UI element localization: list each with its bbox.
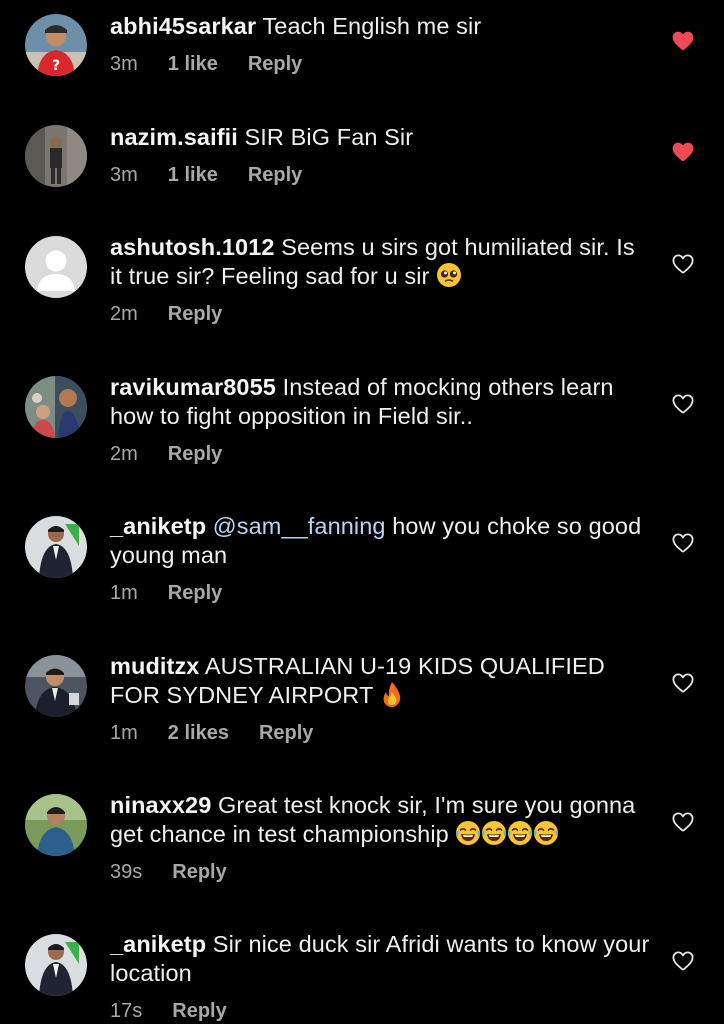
liked-heart-icon[interactable] [671, 140, 695, 164]
reply-button[interactable]: Reply [172, 861, 226, 883]
user-avatar[interactable] [25, 516, 87, 578]
comment-time: 1m [110, 722, 138, 744]
comment-meta: 1m Reply [110, 581, 252, 605]
comment-text: abhi45sarkar Teach English me sir [110, 12, 650, 41]
user-avatar[interactable] [25, 125, 87, 187]
comment-time: 3m [110, 53, 138, 75]
comment-time: 17s [110, 1000, 143, 1022]
comment-username[interactable]: ravikumar8055 [110, 374, 276, 400]
comment-text: ravikumar8055 Instead of mocking others … [110, 373, 650, 431]
comment-likes[interactable]: 1 like [168, 53, 218, 75]
user-avatar[interactable] [25, 934, 87, 996]
comment-time: 3m [110, 164, 138, 186]
reply-button[interactable]: Reply [248, 164, 302, 186]
reply-button[interactable]: Reply [259, 722, 313, 744]
comment-time: 1m [110, 582, 138, 604]
comment-meta: 39s Reply [110, 860, 257, 884]
comment-body: SIR BiG Fan Sir [244, 124, 414, 150]
user-avatar[interactable] [25, 794, 87, 856]
comment-meta: 1m 2 likes Reply [110, 721, 343, 745]
svg-text:?: ? [52, 58, 60, 74]
comment-username[interactable]: nazim.saifii [110, 124, 238, 150]
comment-meta: 3m 1 like Reply [110, 52, 332, 76]
comment-text: ninaxx29 Great test knock sir, I'm sure … [110, 791, 650, 853]
comment-meta: 3m 1 like Reply [110, 163, 332, 187]
heart-icon[interactable] [671, 810, 695, 834]
user-avatar[interactable]: ? [25, 14, 87, 76]
heart-icon[interactable] [671, 392, 695, 416]
comment-meta: 2m Reply [110, 302, 252, 326]
pleading-face-emoji [436, 262, 462, 295]
tears-of-joy-emoji [481, 820, 507, 853]
comment-username[interactable]: ninaxx29 [110, 792, 211, 818]
comment-text: muditzx AUSTRALIAN U-19 KIDS QUALIFIED F… [110, 652, 650, 714]
heart-icon[interactable] [671, 252, 695, 276]
comment-body: Teach English me sir [262, 13, 482, 39]
comment-likes[interactable]: 2 likes [168, 722, 229, 744]
reply-button[interactable]: Reply [168, 303, 222, 325]
comment-username[interactable]: _aniketp [110, 931, 206, 957]
reply-button[interactable]: Reply [248, 53, 302, 75]
tears-of-joy-emoji [507, 820, 533, 853]
user-avatar[interactable] [25, 376, 87, 438]
reply-button[interactable]: Reply [168, 443, 222, 465]
default-avatar[interactable] [25, 236, 87, 298]
reply-button[interactable]: Reply [172, 1000, 226, 1022]
comment-text: nazim.saifii SIR BiG Fan Sir [110, 123, 650, 152]
comment-username[interactable]: ashutosh.1012 [110, 234, 275, 260]
heart-icon[interactable] [671, 671, 695, 695]
comment-time: 2m [110, 303, 138, 325]
comment-username[interactable]: abhi45sarkar [110, 13, 256, 39]
heart-icon[interactable] [671, 949, 695, 973]
fire-emoji [380, 681, 404, 714]
tears-of-joy-emoji [455, 820, 481, 853]
comment-mention[interactable]: @sam__fanning [213, 513, 386, 539]
comment-time: 2m [110, 443, 138, 465]
comment-likes[interactable]: 1 like [168, 164, 218, 186]
user-avatar[interactable] [25, 655, 87, 717]
comment-text: _aniketp Sir nice duck sir Afridi wants … [110, 930, 650, 988]
comment-meta: 17s Reply [110, 999, 257, 1023]
comment-time: 39s [110, 861, 143, 883]
reply-button[interactable]: Reply [168, 582, 222, 604]
comment-text: _aniketp @sam__fanning how you choke so … [110, 512, 650, 570]
liked-heart-icon[interactable] [671, 29, 695, 53]
heart-icon[interactable] [671, 531, 695, 555]
comment-text: ashutosh.1012 Seems u sirs got humiliate… [110, 233, 650, 295]
comment-username[interactable]: _aniketp [110, 513, 206, 539]
comment-username[interactable]: muditzx [110, 653, 199, 679]
tears-of-joy-emoji [533, 820, 559, 853]
comment-meta: 2m Reply [110, 442, 252, 466]
